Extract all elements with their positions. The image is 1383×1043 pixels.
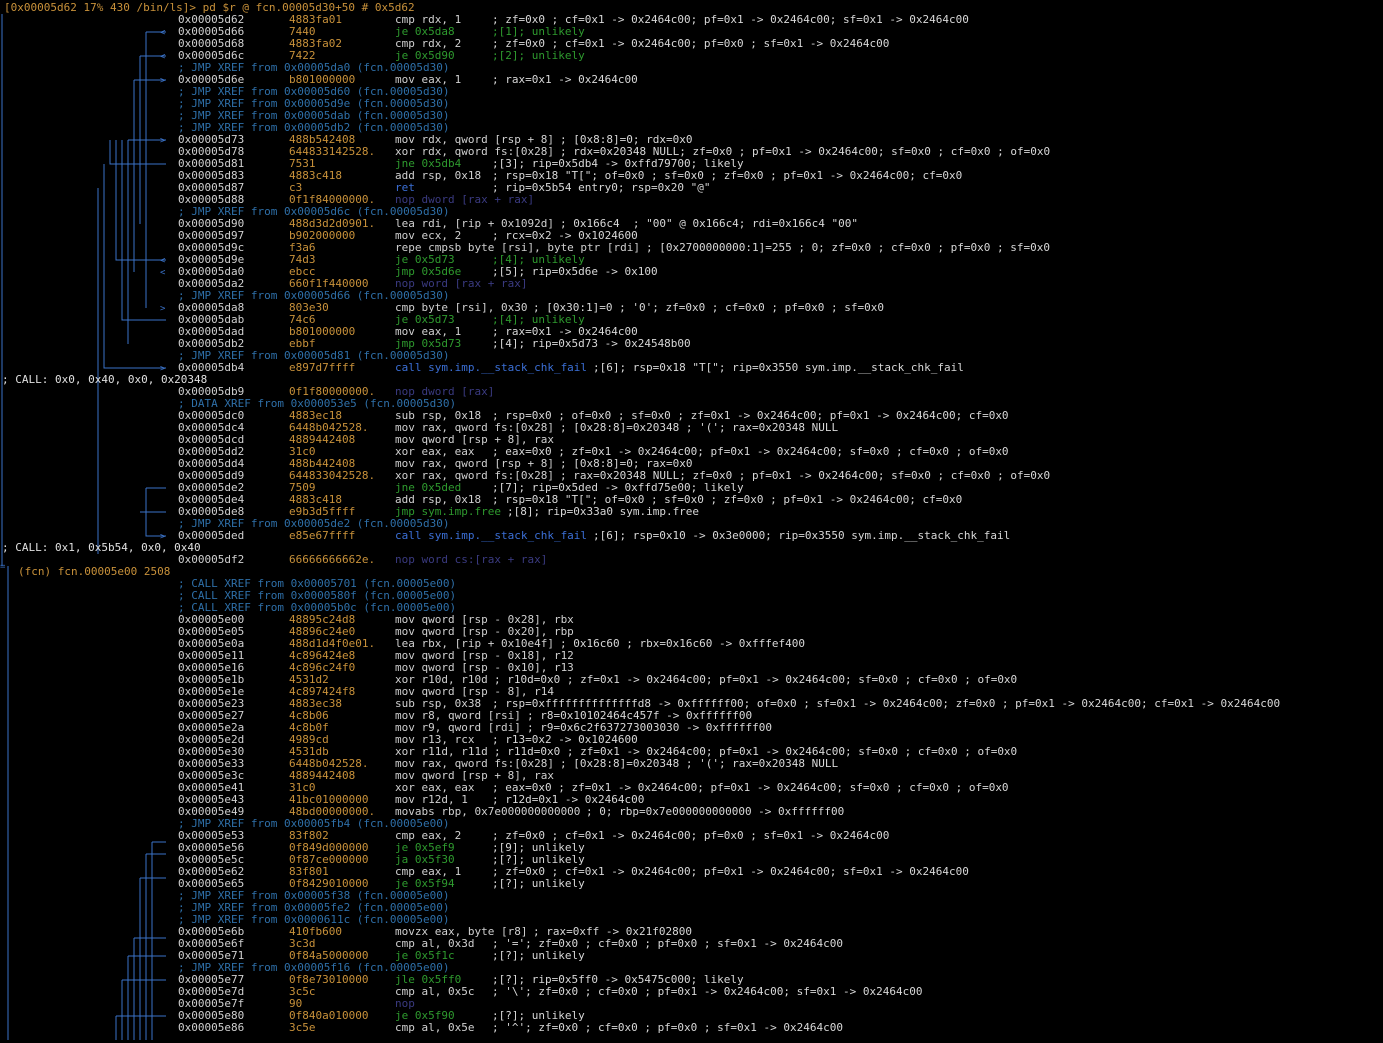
address: 0x00005e86 xyxy=(178,1021,245,1034)
arrow-head-2: < xyxy=(160,52,166,62)
arrow-head-6: < xyxy=(160,268,166,278)
comment: ; 0; rbp=0x7e000000000000 -> 0xffffff00 xyxy=(586,805,845,818)
comment: ;[4]; rip=0x5d73 -> 0x24548b00 xyxy=(492,337,691,350)
comment: ; '\'; zf=0x0 ; cf=0x0 ; pf=0x1 -> 0x246… xyxy=(492,985,923,998)
comment: ;[6]; rsp=0x10 -> 0x3e0000; rip=0x3550 s… xyxy=(593,529,1011,542)
function-label: (fcn) fcn.00005e00 2508 xyxy=(18,565,171,578)
arrow-head-3: > xyxy=(160,76,166,86)
arrow-head-7: > xyxy=(160,304,166,314)
arrow-head-5: < xyxy=(160,256,166,266)
call-instruction: call sym.imp.__stack_chk_fail xyxy=(395,361,588,374)
comment: ;[?]; unlikely xyxy=(492,877,585,890)
comment: ; rax=0x1 -> 0x2464c00 xyxy=(492,73,638,86)
comment: ;[?]; unlikely xyxy=(492,949,585,962)
comment: ;[6]; rsp=0x18 "T["; rip=0x3550 sym.imp.… xyxy=(593,361,964,374)
arrow-head-10: = xyxy=(0,562,6,572)
comment: ; [0x28:8]=0x20348 ; '('; rax=0x20348 NU… xyxy=(560,421,839,434)
address: 0x00005df2 xyxy=(178,553,245,566)
comment: ; [0x2700000000:1]=255 ; 0; zf=0x0 ; cf=… xyxy=(646,241,1050,254)
opcode-bytes: e897d7ffff xyxy=(289,361,356,374)
nop-instruction: nop word cs:[rax + rax] xyxy=(395,553,548,566)
arrow-head-1: < xyxy=(160,28,166,38)
instruction: cmp al, 0x5e xyxy=(395,1021,475,1034)
opcode-bytes: 66666666662e. xyxy=(289,553,376,566)
comment: ; [0x30:1]=0 ; '0'; zf=0x0 ; cf=0x0 ; pf… xyxy=(533,301,884,314)
comment: ; r10d=0x0 ; zf=0x1 -> 0x2464c00; pf=0x1… xyxy=(494,673,1018,686)
call-annotation: ; CALL: 0x0, 0x40, 0x0, 0x20348 xyxy=(2,373,208,386)
terminal-window[interactable]: [0x00005d62 17% 430 /bin/ls]> pd $r @ fc… xyxy=(0,0,1383,1043)
comment: ;[8]; rip=0x33a0 sym.imp.free xyxy=(507,505,700,518)
opcode-bytes: 3c5e xyxy=(289,1021,316,1034)
comment: ; [0x28:8]=0x20348 ; '('; rax=0x20348 NU… xyxy=(560,757,839,770)
call-annotation: ; CALL: 0x1, 0x5b54, 0x0, 0x40 xyxy=(2,541,201,554)
comment: ; '^'; zf=0x0 ; cf=0x0 ; pf=0x0 ; sf=0x1… xyxy=(492,1021,843,1034)
opcode-bytes: e85e67ffff xyxy=(289,529,356,542)
arrow-head-4: > xyxy=(160,136,166,146)
call-instruction: call sym.imp.__stack_chk_fail xyxy=(395,529,588,542)
jump-instruction: ;[2]; unlikely xyxy=(492,49,585,62)
comment: ; 0x16c60 ; rbx=0x16c60 -> 0xfffef400 xyxy=(560,637,806,650)
